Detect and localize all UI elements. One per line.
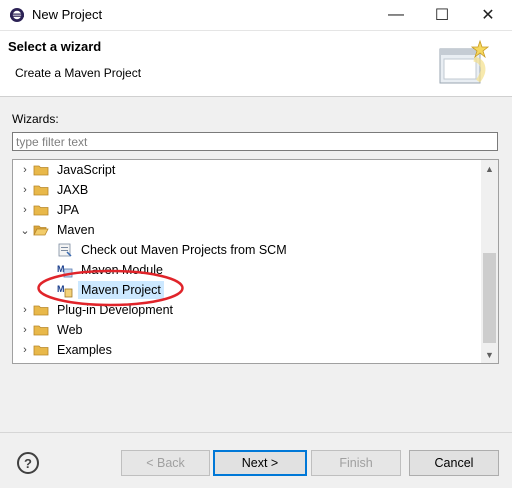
scm-checkout-icon [58,243,72,257]
chevron-right-icon[interactable]: › [17,340,33,360]
chevron-right-icon[interactable]: › [17,300,33,320]
tree-item-maven-scm-checkout[interactable]: Check out Maven Projects from SCM [13,240,482,260]
tree-scrollbar[interactable]: ▲ ▼ [481,160,498,363]
filter-input[interactable] [12,132,498,151]
tree-item-jpa[interactable]: › JPA [13,200,482,220]
svg-text:M: M [57,264,65,274]
wizards-label: Wizards: [12,112,59,126]
close-button[interactable]: ✕ [465,0,511,30]
banner-title: Select a wizard [8,39,102,54]
minimize-button[interactable]: — [373,0,419,30]
chevron-right-icon[interactable]: › [17,320,33,340]
maven-project-icon: M [57,284,73,298]
eclipse-app-icon [10,8,24,22]
wizard-banner: Select a wizard Create a Maven Project [0,31,512,97]
button-bar-separator [0,432,512,433]
tree-item-maven-module[interactable]: M Maven Module [13,260,482,280]
scroll-thumb[interactable] [483,253,496,343]
scroll-down-icon[interactable]: ▼ [481,346,498,363]
folder-icon [33,325,49,336]
svg-text:M: M [57,284,65,294]
folder-icon [33,345,49,356]
chevron-down-icon[interactable]: ⌄ [17,220,33,240]
help-button[interactable]: ? [17,452,39,474]
tree-item-javascript[interactable]: › JavaScript [13,160,482,180]
next-button[interactable]: Next > [213,450,307,476]
tree-item-label: Web [57,323,83,337]
tree-item-label: JAXB [57,183,89,197]
tree-item-jaxb[interactable]: › JAXB [13,180,482,200]
banner-description: Create a Maven Project [15,66,142,80]
tree-item-label: Plug-in Development [57,303,174,317]
scroll-up-icon[interactable]: ▲ [481,160,498,177]
maximize-button[interactable]: ☐ [419,0,465,30]
chevron-right-icon[interactable]: › [17,160,33,180]
chevron-right-icon[interactable]: › [17,200,33,220]
wizard-banner-icon [439,39,490,84]
tree-item-plugin-development[interactable]: › Plug-in Development [13,300,482,320]
wizard-tree[interactable]: › JavaScript › JAXB › JPA ⌄ Maven Check … [12,159,499,364]
maven-module-icon: M [57,264,73,278]
tree-item-label: Maven Module [81,263,163,277]
cancel-button[interactable]: Cancel [409,450,499,476]
folder-icon [33,185,49,196]
tree-item-web[interactable]: › Web [13,320,482,340]
folder-icon [33,205,49,216]
title-bar: New Project — ☐ ✕ [0,0,512,31]
finish-button[interactable]: Finish [311,450,401,476]
tree-item-maven[interactable]: ⌄ Maven [13,220,482,240]
folder-icon [33,165,49,176]
back-button[interactable]: < Back [121,450,210,476]
tree-item-label: Examples [57,343,112,357]
tree-item-label: JPA [57,203,79,217]
tree-item-examples[interactable]: › Examples [13,340,482,360]
folder-icon [33,305,49,316]
tree-item-label: Maven Project [78,281,164,299]
tree-item-label: JavaScript [57,163,116,177]
tree-item-maven-project[interactable]: M Maven Project [13,280,482,300]
folder-open-icon [33,225,49,236]
tree-item-label: Maven [57,223,95,237]
chevron-right-icon[interactable]: › [17,180,33,200]
window-title: New Project [32,7,103,22]
tree-item-label: Check out Maven Projects from SCM [81,243,287,257]
